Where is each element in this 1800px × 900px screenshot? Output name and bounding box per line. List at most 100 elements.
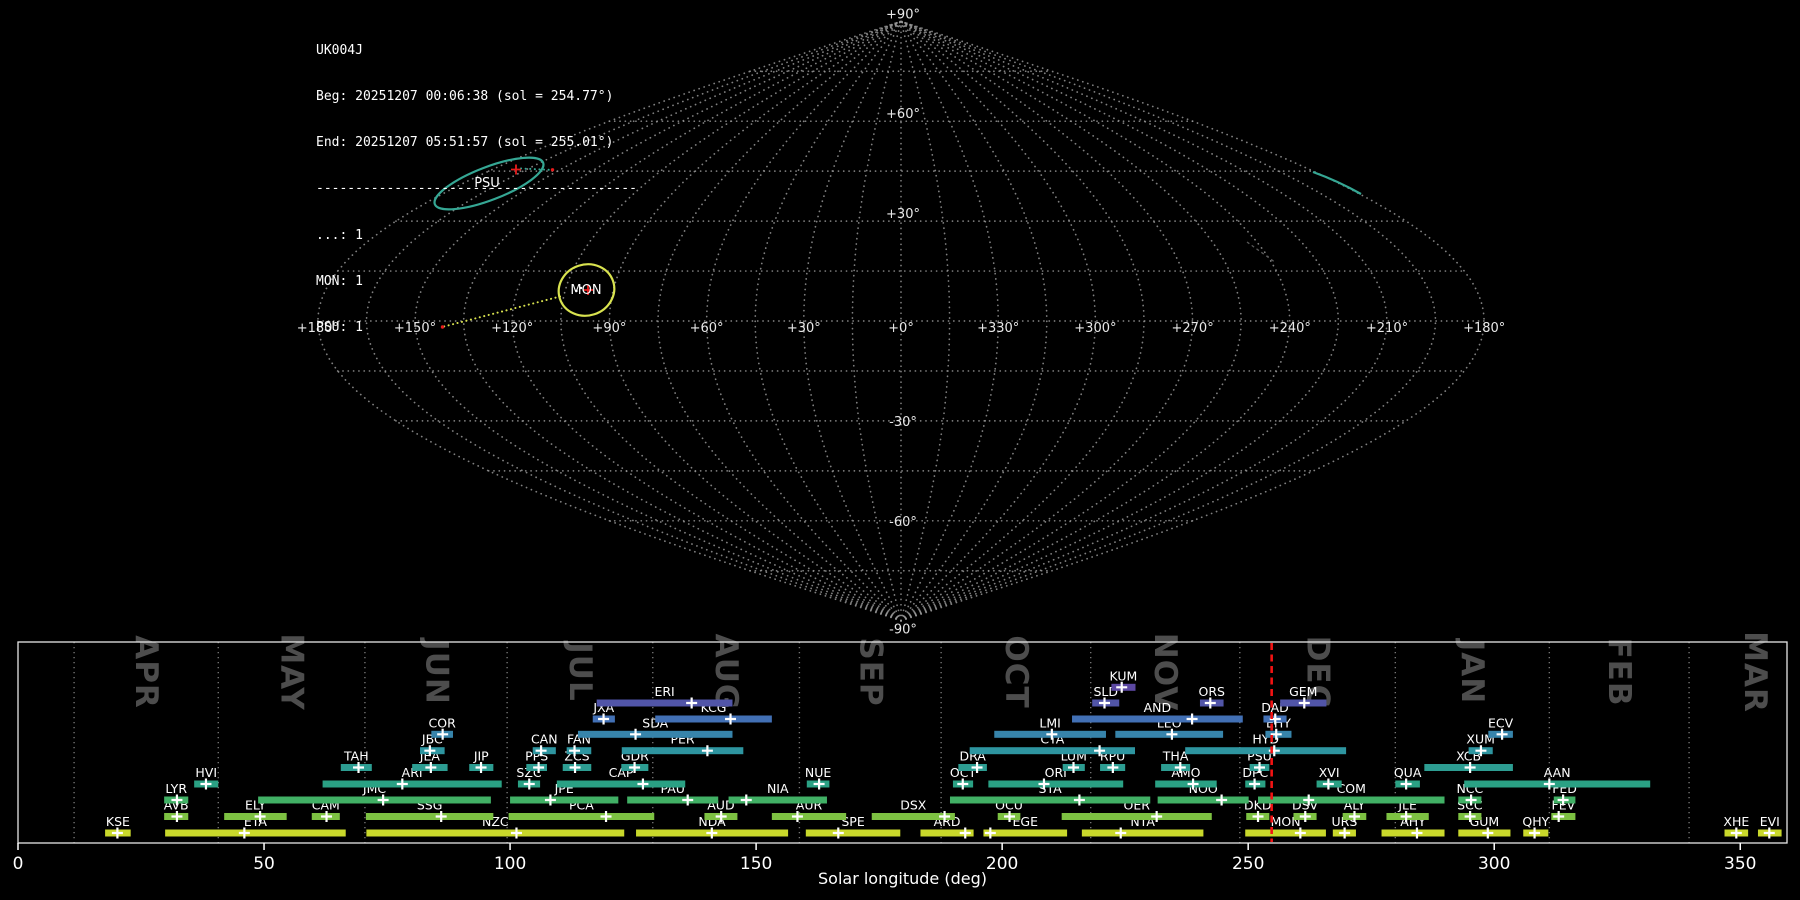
peak-marker-AND <box>1186 713 1198 725</box>
meteor-shower-figure: +180° +150° +120° +90° +60° +30° +0° +330° +300°… <box>0 0 1800 900</box>
shower-label-DSX: DSX <box>900 798 927 813</box>
shower-label-EVI: EVI <box>1760 814 1780 829</box>
peak-marker-NZC <box>510 827 522 839</box>
shower-bar-HYD <box>1185 747 1347 755</box>
shower-label-NIA: NIA <box>767 781 789 796</box>
shower-bar-PAU <box>627 796 719 804</box>
month-label-oct: OCT <box>998 635 1034 708</box>
shower-label-NUE: NUE <box>805 765 831 780</box>
shower-label-ECV: ECV <box>1488 715 1514 730</box>
count-psu: PSU: 1 <box>316 320 363 336</box>
month-label-may: MAY <box>274 633 310 710</box>
peak-marker-XHE <box>1730 827 1742 839</box>
shower-label-LMI: LMI <box>1039 715 1060 730</box>
peak-marker-XCB <box>1464 762 1476 773</box>
shower-label-KUM: KUM <box>1110 668 1138 683</box>
peak-marker-NTA <box>1115 827 1127 839</box>
month-label-aug: AUG <box>708 634 744 711</box>
shower-bar-CAP <box>556 780 686 788</box>
x-tick-label: 250 <box>1232 854 1264 874</box>
latitude-label: -30° <box>889 415 917 430</box>
peak-marker-ZCS <box>569 762 581 773</box>
peak-marker-RPU <box>1107 762 1119 773</box>
end-time: End: 20251207 05:51:57 (sol = 255.01°) <box>316 135 614 151</box>
peak-marker-KCG <box>725 713 737 725</box>
peak-marker-NUE <box>813 778 825 790</box>
peak-marker-NDA <box>706 827 718 839</box>
figure-canvas: +180° +150° +120° +90° +60° +30° +0° +330° +300°… <box>13 7 1788 888</box>
x-tick-label: 150 <box>740 854 772 874</box>
month-label-jul: JUL <box>562 640 598 701</box>
shower-bar-KCG <box>655 715 772 723</box>
month-label-mar: MAR <box>1737 631 1773 713</box>
peak-marker-JXA <box>598 713 610 725</box>
peak-marker-FEV <box>1553 811 1565 822</box>
peak-marker-JPE <box>544 794 556 806</box>
shower-bar-SPE <box>805 829 901 837</box>
shower-label-AND: AND <box>1144 700 1172 715</box>
shower-bar-STA <box>949 796 1151 804</box>
shower-bar-ARI <box>322 780 502 788</box>
peak-marker-OCT <box>957 778 969 790</box>
shower-label-AAN: AAN <box>1544 765 1571 780</box>
peak-marker-JMC <box>377 794 389 806</box>
latitude-label: -60° <box>889 515 917 530</box>
shower-bar-AAN <box>1464 780 1651 788</box>
x-tick-label: 100 <box>494 854 526 874</box>
longitude-label: +210° <box>1366 321 1408 336</box>
peak-marker-ARI <box>396 778 408 790</box>
peak-marker-SZC <box>523 778 535 790</box>
latitude-label: +60° <box>886 107 920 122</box>
longitude-label: +270° <box>1171 321 1213 336</box>
peak-marker-JIP <box>475 762 487 773</box>
peak-marker-JEA <box>425 762 437 773</box>
peak-marker-LUM <box>1068 762 1079 773</box>
peak-marker-DSV <box>1299 811 1311 822</box>
peak-marker-SPE <box>832 827 844 839</box>
shower-bar-AND <box>1072 715 1243 723</box>
shower-label-COR: COR <box>429 715 457 730</box>
count-sporadic: ...: 1 <box>316 227 363 243</box>
longitude-label: +60° <box>690 321 724 336</box>
peak-marker-ECV <box>1496 728 1508 740</box>
station-code: UK004J <box>316 42 363 58</box>
shower-label-CAN: CAN <box>531 732 558 747</box>
x-axis-title: Solar longitude (deg) <box>818 869 987 888</box>
radiant-wrap-arc-PSU <box>1312 170 1362 195</box>
month-label-jan: JAN <box>1454 638 1490 704</box>
shower-bar-AUR <box>771 813 847 820</box>
shower-label-ORS: ORS <box>1199 684 1226 699</box>
peak-marker-NOO <box>1216 794 1228 806</box>
longitude-label: +0° <box>888 321 914 336</box>
peak-marker-XVI <box>1322 778 1334 790</box>
shower-bar-OER <box>1061 813 1212 820</box>
shower-label-THA: THA <box>1162 749 1189 764</box>
peak-marker-AUR <box>791 811 803 822</box>
longitude-label: +30° <box>787 321 821 336</box>
peak-marker-DPC <box>1249 778 1261 790</box>
shower-bar-ETA <box>165 829 346 837</box>
longitude-label: +240° <box>1269 321 1311 336</box>
shower-bar-JPE <box>510 796 619 804</box>
peak-marker-PER <box>701 745 713 757</box>
shower-bar-JMC <box>258 796 491 804</box>
shower-label-TAH: TAH <box>343 749 369 764</box>
peak-marker-SDA <box>630 728 642 740</box>
latitude-label: +90° <box>886 7 920 22</box>
decor-arc <box>1246 241 1277 264</box>
x-tick-label: 200 <box>986 854 1018 874</box>
peak-marker-ORS <box>1204 697 1216 709</box>
peak-marker-EGE <box>984 827 996 839</box>
peak-marker-EVI <box>1763 827 1775 839</box>
count-mon: MON: 1 <box>316 273 363 289</box>
shower-bar-SDA <box>577 730 733 738</box>
shower-label-KSE: KSE <box>106 814 130 829</box>
peak-marker-TAH <box>353 762 365 773</box>
shower-bar-PCA <box>508 813 655 820</box>
month-label-apr: APR <box>128 635 164 709</box>
shower-label-ERI: ERI <box>654 684 674 699</box>
shower-label-QHY: QHY <box>1522 814 1549 829</box>
peak-marker-ERI <box>686 697 698 709</box>
longitude-label: +300° <box>1074 321 1116 336</box>
shower-label-JIP: JIP <box>473 749 489 764</box>
